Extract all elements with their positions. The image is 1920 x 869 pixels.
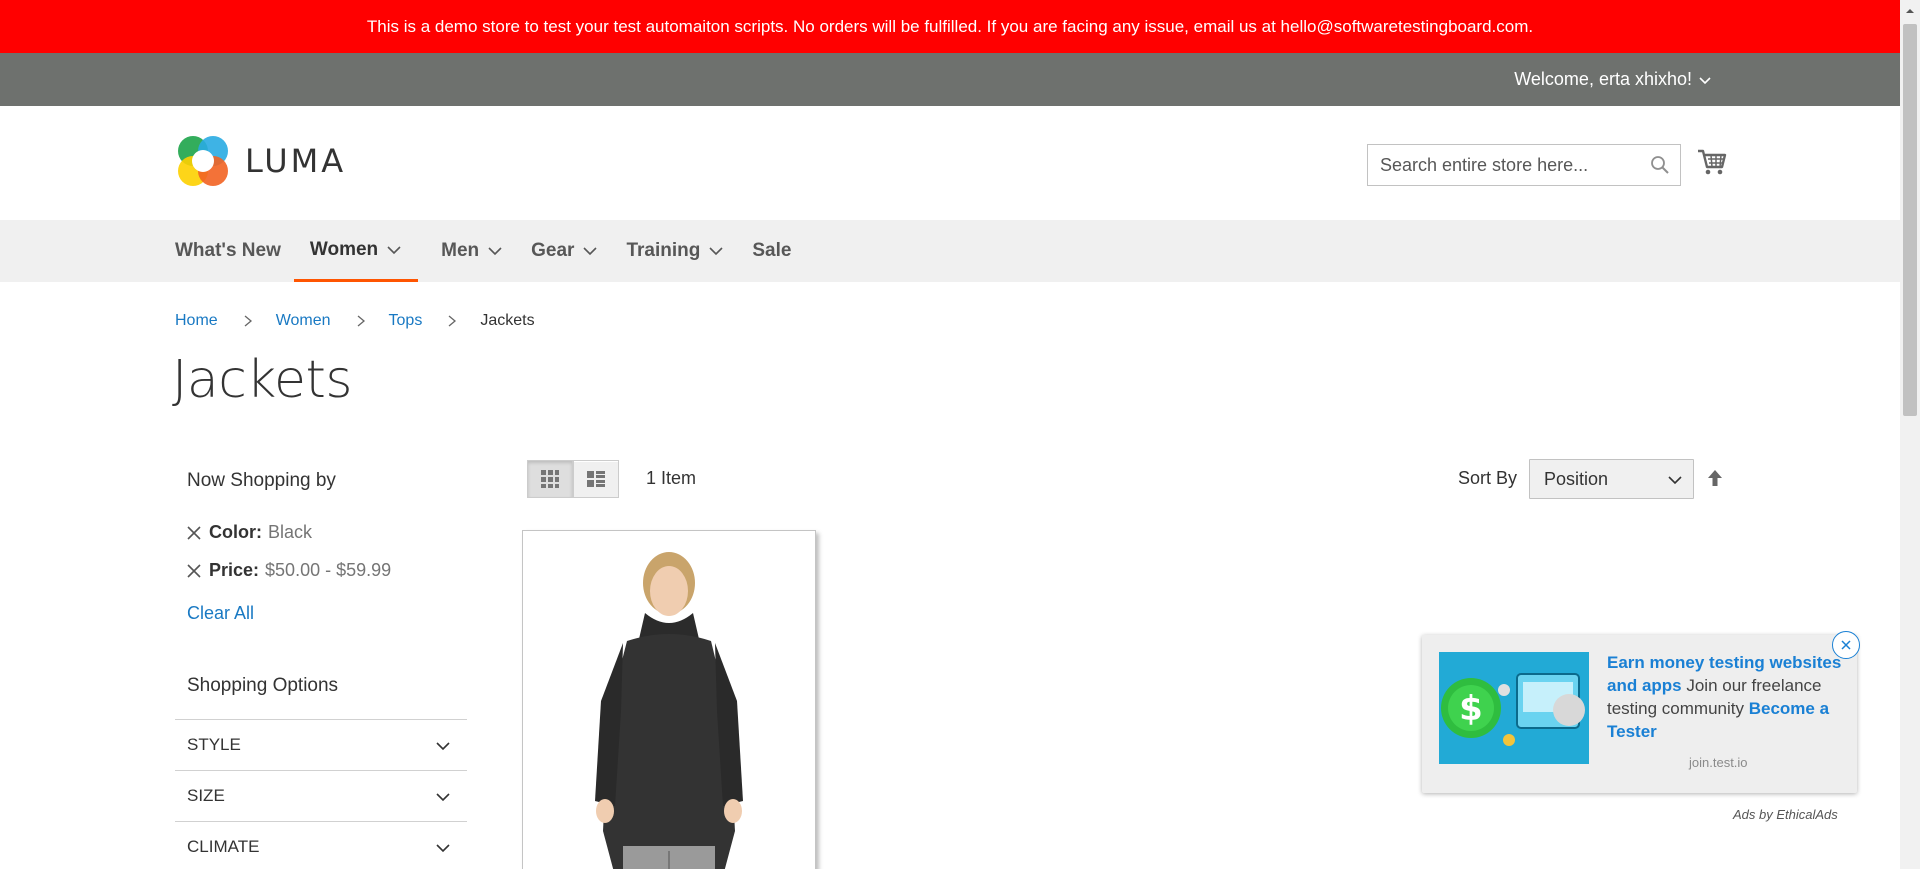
active-filter-price: Price: $50.00 - $59.99 bbox=[187, 560, 391, 581]
remove-filter-icon[interactable] bbox=[187, 563, 201, 578]
ad-domain: join.test.io bbox=[1689, 755, 1748, 770]
now-shopping-title: Now Shopping by bbox=[187, 470, 336, 491]
product-image bbox=[523, 531, 815, 869]
ad-text: Earn money testing websites and apps Joi… bbox=[1607, 651, 1842, 743]
nav-label: Men bbox=[441, 240, 480, 261]
nav-label: What's New bbox=[175, 240, 281, 261]
chevron-down-icon bbox=[1668, 476, 1682, 485]
view-mode-switcher bbox=[527, 460, 619, 498]
breadcrumb-women[interactable]: Women bbox=[276, 312, 331, 330]
option-label: STYLE bbox=[187, 735, 241, 754]
filter-value: $50.00 - $59.99 bbox=[265, 560, 392, 580]
nav-label: Training bbox=[626, 240, 701, 261]
chevron-right-icon bbox=[448, 315, 457, 327]
list-icon bbox=[587, 471, 605, 487]
filter-value: Black bbox=[268, 522, 313, 542]
chevron-down-icon bbox=[1699, 76, 1711, 84]
nav-label: Women bbox=[309, 238, 379, 260]
nav-item-men[interactable]: Men bbox=[434, 220, 510, 282]
chevron-down-icon bbox=[436, 844, 450, 853]
sort-value: Position bbox=[1544, 468, 1609, 489]
close-icon bbox=[1841, 640, 1851, 650]
header: LUMA bbox=[0, 106, 1900, 220]
shopping-cart-icon[interactable] bbox=[1696, 146, 1728, 178]
grid-icon bbox=[541, 470, 559, 488]
chevron-right-icon bbox=[244, 315, 252, 327]
chevron-down-icon bbox=[387, 245, 401, 254]
filter-label: Price: bbox=[209, 560, 260, 580]
chevron-down-icon bbox=[436, 742, 450, 751]
svg-text:$: $ bbox=[1459, 689, 1483, 729]
nav-item-women[interactable]: Women bbox=[293, 220, 419, 282]
toolbar-item-count: 1 Item bbox=[646, 468, 697, 488]
nav-item-whats-new[interactable]: What's New bbox=[175, 220, 288, 282]
ad-close-button[interactable] bbox=[1832, 631, 1860, 659]
breadcrumb: Home Women Tops Jackets bbox=[175, 312, 535, 330]
ethical-ad-banner: $ Earn money testing websites and apps J… bbox=[1422, 635, 1857, 793]
chevron-down-icon bbox=[436, 793, 450, 802]
luma-logo-icon bbox=[178, 136, 228, 186]
breadcrumb-current: Jackets bbox=[480, 312, 535, 329]
nav-item-gear[interactable]: Gear bbox=[524, 220, 605, 282]
remove-filter-icon[interactable] bbox=[187, 525, 201, 540]
shopping-options-title: Shopping Options bbox=[187, 675, 339, 696]
filter-option-size[interactable]: SIZE bbox=[175, 770, 467, 821]
ads-by-ethicalads-link[interactable]: Ads by EthicalAds bbox=[1733, 807, 1838, 822]
customer-welcome-menu[interactable]: Welcome, erta xhixho! bbox=[1514, 53, 1712, 106]
dollar-coin-icon: $ bbox=[1439, 652, 1589, 764]
clear-all-filters-link[interactable]: Clear All bbox=[187, 603, 254, 624]
top-bar: Welcome, erta xhixho! bbox=[0, 53, 1900, 106]
sort-by-select[interactable]: Position bbox=[1529, 459, 1694, 499]
scroll-up-arrow-icon[interactable] bbox=[1905, 6, 1915, 16]
demo-banner-text: This is a demo store to test your test a… bbox=[366, 16, 1534, 36]
welcome-text: Welcome, erta xhixho! bbox=[1514, 69, 1692, 89]
grid-view-button[interactable] bbox=[527, 460, 573, 498]
filter-label: Color: bbox=[209, 522, 262, 542]
chevron-down-icon bbox=[583, 247, 598, 256]
search-box bbox=[1367, 144, 1681, 186]
nav-item-training[interactable]: Training bbox=[619, 220, 731, 282]
chevron-right-icon bbox=[357, 315, 365, 327]
scrollbar-thumb[interactable] bbox=[1903, 24, 1917, 416]
filter-option-style[interactable]: STYLE bbox=[175, 719, 467, 770]
chevron-down-icon bbox=[488, 247, 502, 256]
nav-label: Sale bbox=[752, 240, 792, 261]
page-title: Jackets bbox=[172, 350, 353, 410]
ad-image[interactable]: $ bbox=[1439, 652, 1589, 764]
breadcrumb-tops[interactable]: Tops bbox=[389, 312, 423, 330]
nav-item-sale[interactable]: Sale bbox=[745, 220, 798, 282]
nav-label: Gear bbox=[531, 240, 575, 261]
active-filter-color: Color: Black bbox=[187, 522, 312, 543]
main-navigation: What's New Women Men Gear Training Sale bbox=[0, 220, 1900, 282]
logo-text: LUMA bbox=[245, 142, 347, 180]
page-scrollbar[interactable] bbox=[1900, 0, 1920, 869]
option-label: SIZE bbox=[187, 786, 225, 805]
demo-store-banner: This is a demo store to test your test a… bbox=[0, 0, 1900, 53]
sort-direction-arrow-up-icon[interactable] bbox=[1705, 468, 1725, 488]
filter-option-climate[interactable]: CLIMATE bbox=[175, 821, 467, 869]
search-input[interactable] bbox=[1368, 145, 1680, 185]
option-label: CLIMATE bbox=[187, 837, 260, 856]
page: This is a demo store to test your test a… bbox=[0, 0, 1920, 869]
list-view-button[interactable] bbox=[573, 460, 619, 498]
chevron-down-icon bbox=[709, 247, 723, 256]
sort-by-label: Sort By bbox=[1458, 468, 1518, 488]
luma-logo[interactable]: LUMA bbox=[175, 132, 346, 190]
product-item-card[interactable] bbox=[522, 530, 816, 869]
search-icon[interactable] bbox=[1650, 155, 1670, 175]
breadcrumb-home[interactable]: Home bbox=[175, 312, 218, 330]
